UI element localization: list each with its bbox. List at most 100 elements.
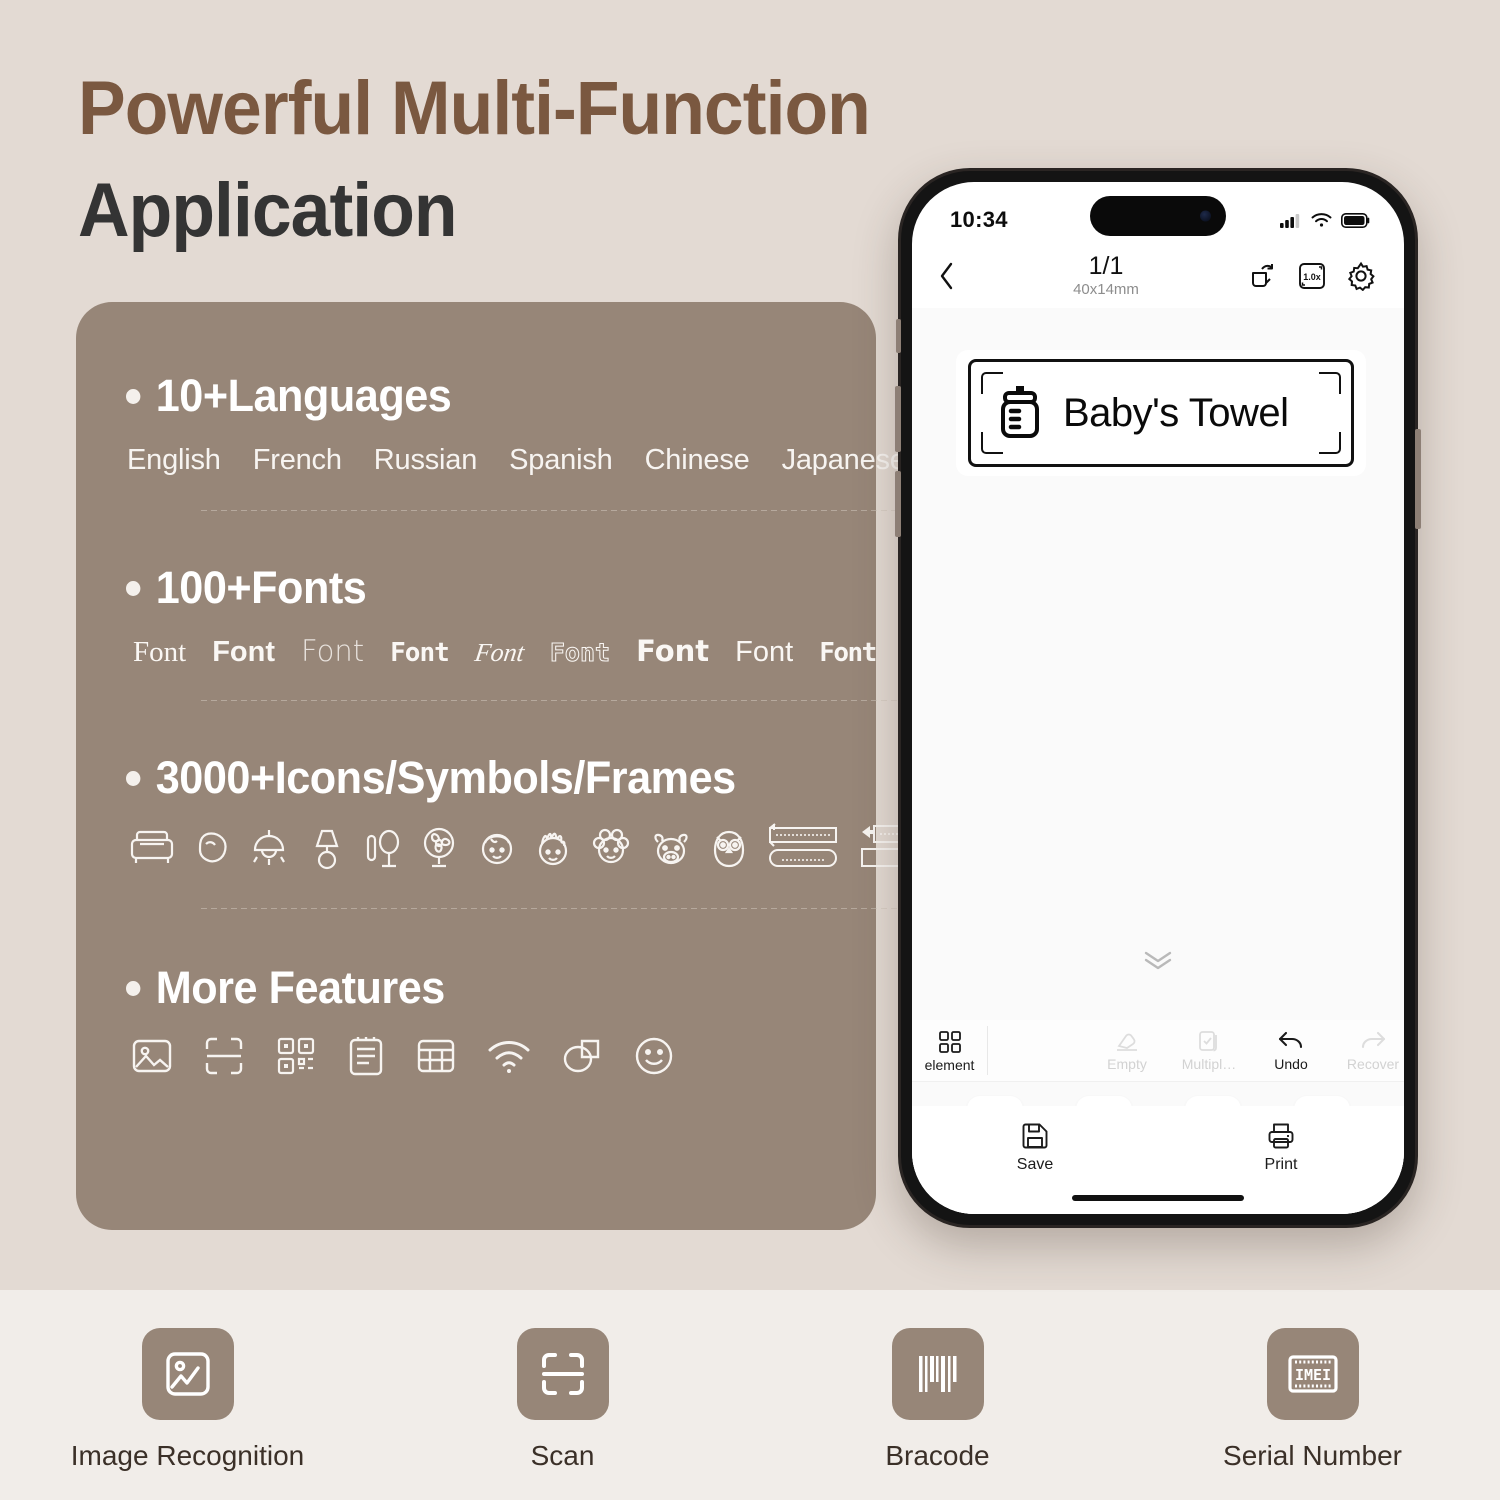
strip-label: Scan bbox=[530, 1440, 595, 1471]
sofa-icon bbox=[130, 830, 174, 863]
qr-code-icon bbox=[277, 1037, 315, 1075]
volume-down-button[interactable] bbox=[895, 471, 901, 537]
font-sample: Font bbox=[735, 636, 794, 668]
cow-icon bbox=[654, 833, 688, 865]
feature-strip: Image Recognition Scan Bracode IMEI Seri… bbox=[0, 1290, 1500, 1500]
section-title-text: 100+Fonts bbox=[155, 562, 367, 613]
phone-screen: 10:34 1/1 40x14mm 1.0x Baby's Towel elem… bbox=[912, 182, 1404, 1214]
section-title-more-features: More Features bbox=[126, 962, 654, 1014]
element-button[interactable]: element bbox=[912, 1026, 988, 1075]
divider bbox=[201, 510, 931, 511]
undo-button[interactable]: Undo bbox=[1262, 1029, 1320, 1072]
label-canvas[interactable]: Baby's Towel bbox=[912, 308, 1404, 1020]
floor-mirror-icon bbox=[366, 829, 400, 868]
strip-item-serial-number[interactable]: IMEI Serial Number bbox=[1125, 1290, 1500, 1500]
imei-icon: IMEI bbox=[1287, 1355, 1338, 1393]
language-list: English French Russian Spanish Chinese J… bbox=[127, 444, 906, 477]
strip-item-image-recognition[interactable]: Image Recognition bbox=[0, 1290, 375, 1500]
language-item: French bbox=[252, 444, 342, 476]
power-button[interactable] bbox=[1415, 429, 1421, 529]
section-title-text: 10+Languages bbox=[155, 370, 452, 421]
copy-icon bbox=[1199, 1031, 1217, 1052]
headline-line-2: Application bbox=[78, 168, 458, 253]
save-button[interactable]: Save bbox=[912, 1122, 1158, 1174]
font-sample: Font bbox=[819, 638, 877, 668]
font-sample: Font bbox=[133, 636, 187, 668]
section-title-text: More Features bbox=[155, 962, 446, 1013]
headline-line-1: Powerful Multi-Function bbox=[78, 66, 871, 151]
fan-icon bbox=[423, 827, 455, 868]
multiple-button[interactable]: Multipl… bbox=[1180, 1029, 1238, 1072]
pendant-lamp-icon bbox=[253, 830, 285, 865]
divider bbox=[201, 908, 931, 909]
boy-face-icon bbox=[481, 833, 513, 865]
strip-icon-box: IMEI bbox=[1266, 1328, 1359, 1420]
nav-actions: 1.0x bbox=[1248, 261, 1376, 291]
section-fonts: 100+Fonts Font Font Font Font Font Font … bbox=[126, 562, 964, 669]
strip-icon-box bbox=[141, 1328, 234, 1420]
save-label: Save bbox=[1016, 1156, 1054, 1173]
table-icon bbox=[417, 1039, 455, 1073]
zoom-level-icon[interactable]: 1.0x bbox=[1298, 262, 1326, 290]
svg-text:IMEI: IMEI bbox=[1294, 1366, 1330, 1384]
bullet-icon bbox=[126, 770, 141, 786]
barcode-icon bbox=[918, 1356, 956, 1392]
font-sample: Font bbox=[212, 636, 275, 668]
gear-icon[interactable] bbox=[1346, 261, 1376, 291]
empty-button[interactable]: Empty bbox=[1098, 1029, 1156, 1072]
recover-button[interactable]: Recover bbox=[1344, 1029, 1402, 1072]
page-indicator: 1/1 bbox=[1088, 251, 1124, 280]
language-item: Chinese bbox=[644, 444, 750, 476]
status-time: 10:34 bbox=[950, 207, 1008, 232]
image-icon bbox=[132, 1039, 172, 1073]
corner-bracket-icon bbox=[981, 372, 1003, 394]
scan-icon bbox=[541, 1353, 584, 1395]
corner-bracket-icon bbox=[981, 432, 1003, 454]
nav-title: 1/1 40x14mm bbox=[964, 251, 1248, 300]
smiley-icon bbox=[635, 1037, 673, 1075]
table-lamp-icon bbox=[315, 829, 339, 870]
undo-icon bbox=[1278, 1031, 1303, 1049]
label-size: 40x14mm bbox=[1073, 280, 1139, 298]
section-title-icons: 3000+Icons/Symbols/Frames bbox=[126, 752, 900, 804]
frame-group-1-icon bbox=[769, 823, 837, 867]
mute-switch[interactable] bbox=[896, 319, 901, 353]
section-title-text: 3000+Icons/Symbols/Frames bbox=[155, 752, 736, 803]
home-indicator[interactable] bbox=[1072, 1195, 1244, 1201]
pillow-icon bbox=[198, 832, 227, 863]
label-text: Baby's Towel bbox=[1063, 390, 1289, 435]
strip-icon-box bbox=[516, 1328, 609, 1420]
back-chevron-icon[interactable] bbox=[936, 259, 958, 293]
save-icon bbox=[1022, 1123, 1048, 1149]
strip-item-barcode[interactable]: Bracode bbox=[750, 1290, 1125, 1500]
girl-face-icon bbox=[538, 832, 568, 866]
bullet-icon bbox=[126, 580, 141, 596]
empty-label: Empty bbox=[1107, 1056, 1147, 1072]
edit-toolbar: element Empty Multipl… Undo Recover bbox=[912, 1020, 1404, 1082]
strip-item-scan[interactable]: Scan bbox=[375, 1290, 750, 1500]
language-item: Spanish bbox=[509, 444, 613, 476]
image-recognition-icon bbox=[165, 1352, 210, 1396]
status-indicators bbox=[1280, 212, 1370, 228]
bullet-icon bbox=[126, 388, 141, 404]
section-more-features: More Features bbox=[126, 962, 676, 1078]
battery-icon bbox=[1341, 212, 1370, 228]
font-sample-list: Font Font Font Font Font Font Font Font … bbox=[133, 634, 964, 669]
dynamic-island bbox=[1090, 196, 1226, 236]
rotate-page-icon[interactable] bbox=[1248, 261, 1278, 291]
label-preview[interactable]: Baby's Towel bbox=[956, 350, 1366, 476]
volume-up-button[interactable] bbox=[895, 386, 901, 452]
bullet-icon bbox=[126, 980, 141, 996]
svg-text:1.0x: 1.0x bbox=[1303, 272, 1321, 282]
icon-sample-row bbox=[128, 822, 932, 870]
double-chevron-down-icon[interactable] bbox=[1141, 948, 1175, 972]
section-icons: 3000+Icons/Symbols/Frames bbox=[126, 752, 932, 870]
feature-card: 10+Languages English French Russian Span… bbox=[76, 302, 964, 1230]
phone-mockup: 10:34 1/1 40x14mm 1.0x Baby's Towel elem… bbox=[895, 168, 1421, 1228]
font-sample: Font bbox=[636, 634, 710, 668]
feature-icon-row bbox=[130, 1034, 676, 1078]
label-border: Baby's Towel bbox=[968, 359, 1354, 467]
print-button[interactable]: Print bbox=[1158, 1122, 1404, 1174]
clipboard-icon bbox=[349, 1037, 383, 1076]
font-sample: Font bbox=[390, 638, 450, 668]
